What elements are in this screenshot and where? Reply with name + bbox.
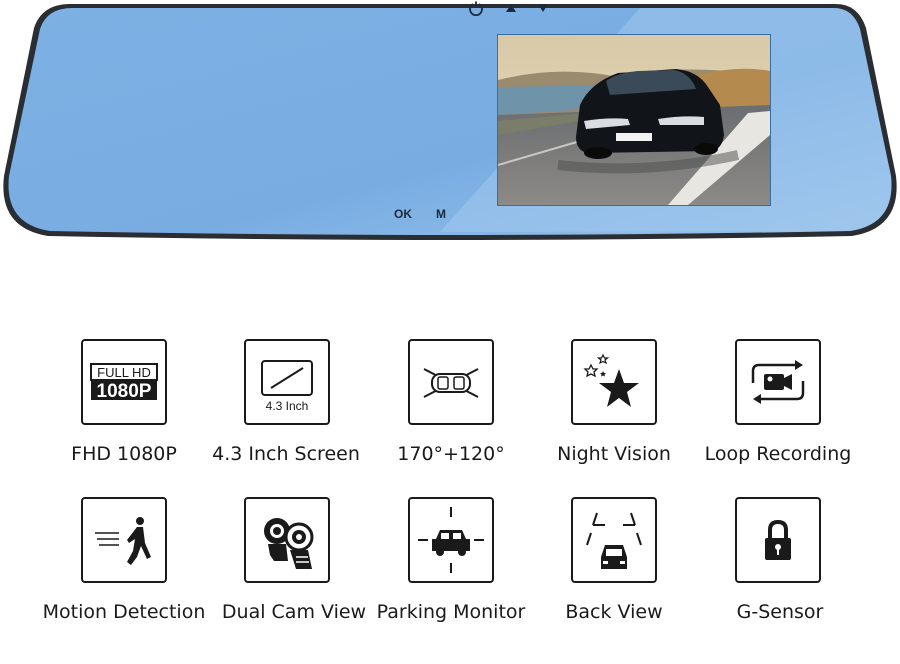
running-man-icon [81, 497, 167, 583]
feature-label: G-Sensor [736, 601, 824, 623]
feature-label: 170°+120° [397, 443, 505, 465]
car-driving-image [498, 35, 770, 205]
feature-label: Back View [565, 601, 663, 623]
icon-text-1080p: 1080P [97, 381, 152, 402]
wide-angle-car-icon [408, 339, 494, 425]
feature-label: FHD 1080P [71, 443, 177, 465]
up-arrow-icon[interactable] [503, 0, 519, 16]
feature-label: Motion Detection [42, 601, 206, 623]
mirror-dashcam: OK M [0, 0, 900, 250]
feature-label: Dual Cam View [221, 601, 367, 623]
parking-car-icon [408, 497, 494, 583]
loop-recording-icon [735, 339, 821, 425]
dashcam-display [497, 34, 771, 206]
icon-text-fullhd: FULL HD [97, 365, 151, 380]
power-icon[interactable] [468, 0, 484, 16]
down-arrow-icon[interactable] [535, 0, 551, 16]
feature-label: Loop Recording [704, 443, 852, 465]
lock-icon [735, 497, 821, 583]
dual-camera-icon [244, 497, 330, 583]
feature-label: 4.3 Inch Screen [212, 443, 360, 465]
feature-label: Night Vision [557, 443, 671, 465]
night-star-icon [571, 339, 657, 425]
menu-button[interactable]: M [436, 207, 446, 221]
fullhd-1080p-icon: FULL HD 1080P [81, 339, 167, 425]
icon-text-inch: 4.3 Inch [266, 399, 309, 413]
rear-view-lane-icon [571, 497, 657, 583]
feature-label: Parking Monitor [376, 601, 526, 623]
screen-size-icon: 4.3 Inch [244, 339, 330, 425]
ok-button[interactable]: OK [394, 207, 412, 221]
